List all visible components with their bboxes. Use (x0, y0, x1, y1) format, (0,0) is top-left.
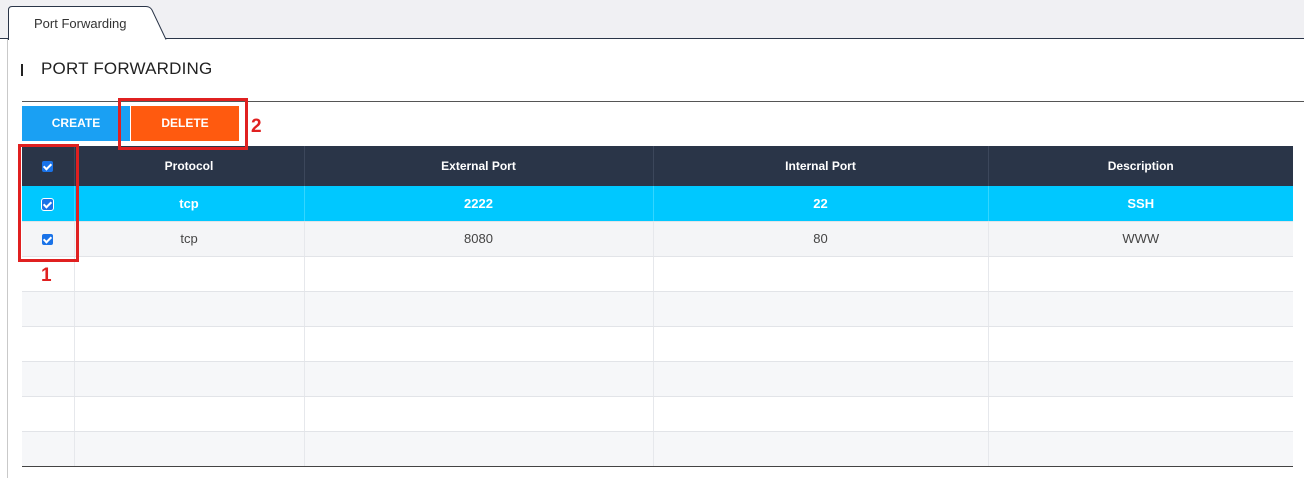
tab-label: Port Forwarding (34, 16, 127, 31)
header-external-port[interactable]: External Port (304, 146, 654, 186)
annotation-label-2: 2 (251, 116, 262, 137)
page-title: PORT FORWARDING (41, 59, 213, 78)
cell-external-port: 8080 (304, 221, 654, 257)
cell-internal-port: 22 (653, 186, 989, 222)
annotation-box-checkboxes (18, 144, 79, 262)
empty-row (22, 291, 1293, 327)
table-row[interactable]: tcp 2222 22 SSH (22, 186, 1293, 222)
table-row[interactable]: tcp 8080 80 WWW (22, 221, 1293, 257)
port-forwarding-table: Protocol External Port Internal Port Des… (22, 146, 1293, 467)
table-header-row: Protocol External Port Internal Port Des… (22, 146, 1293, 186)
tab-strip: Port Forwarding (0, 0, 1304, 40)
cell-protocol: tcp (74, 186, 305, 222)
section-title-marker (21, 64, 23, 76)
table-bottom-divider (22, 466, 1293, 467)
header-protocol[interactable]: Protocol (74, 146, 305, 186)
cell-external-port: 2222 (304, 186, 654, 222)
annotation-label-1: 1 (41, 265, 52, 286)
cell-protocol: tcp (74, 221, 305, 257)
header-description[interactable]: Description (988, 146, 1293, 186)
annotation-box-delete (118, 98, 248, 150)
cell-internal-port: 80 (653, 221, 989, 257)
header-internal-port[interactable]: Internal Port (653, 146, 989, 186)
empty-row (22, 326, 1293, 362)
cell-description: SSH (988, 186, 1293, 222)
create-button[interactable]: CREATE (22, 106, 130, 141)
empty-row (22, 396, 1293, 432)
empty-row (22, 431, 1293, 467)
tab-port-forwarding[interactable]: Port Forwarding (8, 6, 168, 40)
empty-row (22, 361, 1293, 397)
empty-row (22, 256, 1293, 292)
cell-description: WWW (988, 221, 1293, 257)
